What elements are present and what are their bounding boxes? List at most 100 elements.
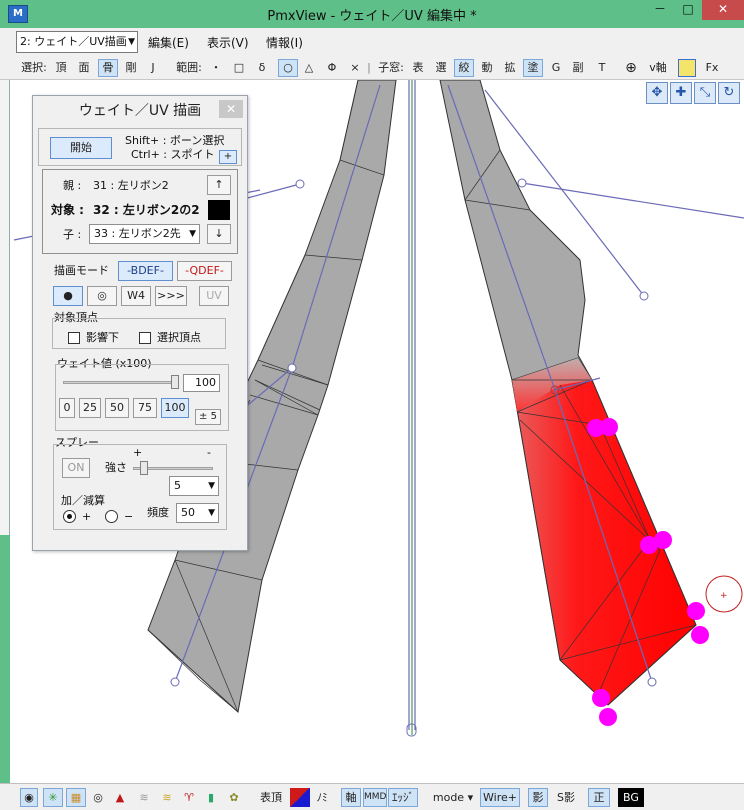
close-button[interactable]: ✕: [702, 0, 744, 20]
hint-shift: Shift+ : ボーン選択: [125, 134, 225, 147]
ortho-button[interactable]: 正: [588, 788, 610, 807]
vertex-dot-icon[interactable]: ◉: [20, 788, 38, 807]
start-button[interactable]: 開始: [50, 137, 112, 159]
range-lasso-button[interactable]: δ: [255, 59, 269, 77]
range-rect-button[interactable]: □: [232, 59, 246, 77]
range-phi-button[interactable]: Φ: [325, 59, 339, 77]
capsule-icon[interactable]: ▮: [204, 788, 218, 807]
brush-sequence-button[interactable]: >>>: [155, 286, 187, 306]
menu-view[interactable]: 表示(V): [207, 34, 249, 51]
crosshair-icon[interactable]: ⊕: [620, 59, 642, 77]
parent-label: 親 :: [63, 179, 82, 192]
child-filter-button[interactable]: 絞: [454, 59, 474, 77]
menu-info[interactable]: 情報(I): [266, 34, 303, 51]
shadow-button[interactable]: 影: [528, 788, 548, 807]
move-icon[interactable]: ✚: [670, 82, 692, 104]
yellow-pattern-icon[interactable]: ≋: [160, 788, 174, 807]
no-button[interactable]: ﾉﾐ: [314, 788, 330, 807]
rotate-icon[interactable]: ↻: [718, 82, 740, 104]
wire-button[interactable]: Wire+: [480, 788, 520, 807]
weight-slider-track[interactable]: [63, 381, 179, 384]
target-icon[interactable]: ◎: [91, 788, 105, 807]
panel-close-button[interactable]: ✕: [219, 100, 243, 118]
spray-on-button[interactable]: ON: [62, 458, 90, 478]
child-move-button[interactable]: 動: [479, 59, 495, 77]
brush-dot-button[interactable]: ●: [53, 286, 83, 306]
child-sub-button[interactable]: 副: [570, 59, 586, 77]
painted-weight-region: [511, 357, 697, 706]
brush-uv-button[interactable]: UV: [199, 286, 229, 306]
self-shadow-button[interactable]: S影: [553, 788, 579, 807]
qdef-button[interactable]: -QDEF-: [177, 261, 232, 281]
child-down-button[interactable]: ↓: [207, 224, 231, 244]
weight-preset-100[interactable]: 100: [161, 398, 189, 418]
weight-preset-0[interactable]: 0: [59, 398, 75, 418]
minimize-button[interactable]: －: [646, 0, 674, 20]
select-face-button[interactable]: 面: [76, 59, 92, 77]
brush-w4-button[interactable]: W4: [121, 286, 151, 306]
weight-slider-thumb[interactable]: [171, 375, 179, 389]
child-g-button[interactable]: G: [549, 59, 563, 77]
addsub-label: 加／減算: [61, 494, 105, 507]
parent-up-button[interactable]: ↑: [207, 175, 231, 195]
child-select-button[interactable]: 選: [433, 59, 449, 77]
texture-icon[interactable]: ▦: [66, 788, 86, 807]
color-toggle-icon[interactable]: [290, 788, 310, 807]
panel-title: ウェイト／UV 描画: [78, 103, 202, 119]
weight-preset-25[interactable]: 25: [79, 398, 101, 418]
mode-select-value: 2: ウェイト／UV描画: [20, 35, 127, 48]
zoom-icon[interactable]: ⤡: [694, 82, 716, 104]
grid-icon[interactable]: [678, 59, 696, 77]
weight-preset-75[interactable]: 75: [133, 398, 157, 418]
fx-button[interactable]: Fx: [702, 59, 722, 77]
edge-button[interactable]: ｴｯｼﾞ: [388, 788, 418, 807]
brush-ring-button[interactable]: ◎: [87, 286, 117, 306]
bone-icon[interactable]: ♈: [182, 788, 196, 807]
subtract-radio[interactable]: [105, 510, 118, 523]
expand-button[interactable]: +: [219, 150, 237, 164]
child-table-button[interactable]: 表: [410, 59, 426, 77]
selected-vertex-label: 選択頂点: [157, 331, 201, 344]
pan-icon[interactable]: ✥: [646, 82, 668, 104]
weight-preset-50[interactable]: 50: [105, 398, 129, 418]
triangle-icon[interactable]: ▲: [113, 788, 127, 807]
child-paint-button[interactable]: 塗: [523, 59, 543, 77]
select-joint-button[interactable]: J: [146, 59, 160, 77]
mode-dropdown[interactable]: mode ▾: [430, 788, 476, 807]
child-select[interactable]: 33 : 左リボン2先 ▼: [89, 224, 200, 244]
green-shape-icon[interactable]: ✳: [43, 788, 63, 807]
range-triangle-button[interactable]: △: [302, 59, 316, 77]
v-axis-button[interactable]: v軸: [646, 59, 670, 77]
menu-bar: 2: ウェイト／UV描画 ▼ 編集(E) 表示(V) 情報(I): [0, 28, 744, 56]
menu-edit[interactable]: 編集(E): [148, 34, 189, 51]
parent-value: 31 : 左リボン2: [93, 179, 169, 192]
frequency-select[interactable]: 50 ▼: [176, 503, 219, 523]
mode-select[interactable]: 2: ウェイト／UV描画 ▼: [16, 31, 138, 53]
select-vertex-button[interactable]: 頂: [53, 59, 69, 77]
range-clear-button[interactable]: ×: [348, 59, 362, 77]
select-rigid-button[interactable]: 剛: [122, 59, 140, 77]
weight-step-button[interactable]: ± 5: [195, 409, 221, 425]
add-radio[interactable]: [63, 510, 76, 523]
child-scale-button[interactable]: 拡: [502, 59, 518, 77]
maximize-button[interactable]: □: [674, 0, 702, 20]
range-circle-button[interactable]: ○: [278, 59, 298, 77]
hatch-icon[interactable]: ≋: [136, 788, 152, 807]
bdef-button[interactable]: -BDEF-: [118, 261, 173, 281]
axis-button[interactable]: 軸: [341, 788, 361, 807]
target-color-swatch[interactable]: [208, 200, 230, 220]
select-bone-button[interactable]: 骨: [98, 59, 118, 77]
vertex-label-button[interactable]: 表頂: [258, 788, 284, 807]
bg-button[interactable]: BG: [618, 788, 644, 807]
weight-value-input[interactable]: 100: [183, 374, 220, 392]
bone-joint: [287, 363, 297, 373]
mmd-button[interactable]: MMD: [363, 788, 387, 807]
weight-uv-paint-panel: ウェイト／UV 描画 ✕ 開始 Shift+ : ボーン選択 Ctrl+ : ス…: [32, 95, 248, 551]
range-point-button[interactable]: ・: [209, 59, 223, 77]
strength-select[interactable]: 5 ▼: [169, 476, 219, 496]
child-t-button[interactable]: T: [595, 59, 609, 77]
joint-icon[interactable]: ✿: [227, 788, 241, 807]
strength-slider-thumb[interactable]: [140, 461, 149, 475]
selected-vertex-checkbox[interactable]: [139, 332, 151, 344]
influence-checkbox[interactable]: [68, 332, 80, 344]
